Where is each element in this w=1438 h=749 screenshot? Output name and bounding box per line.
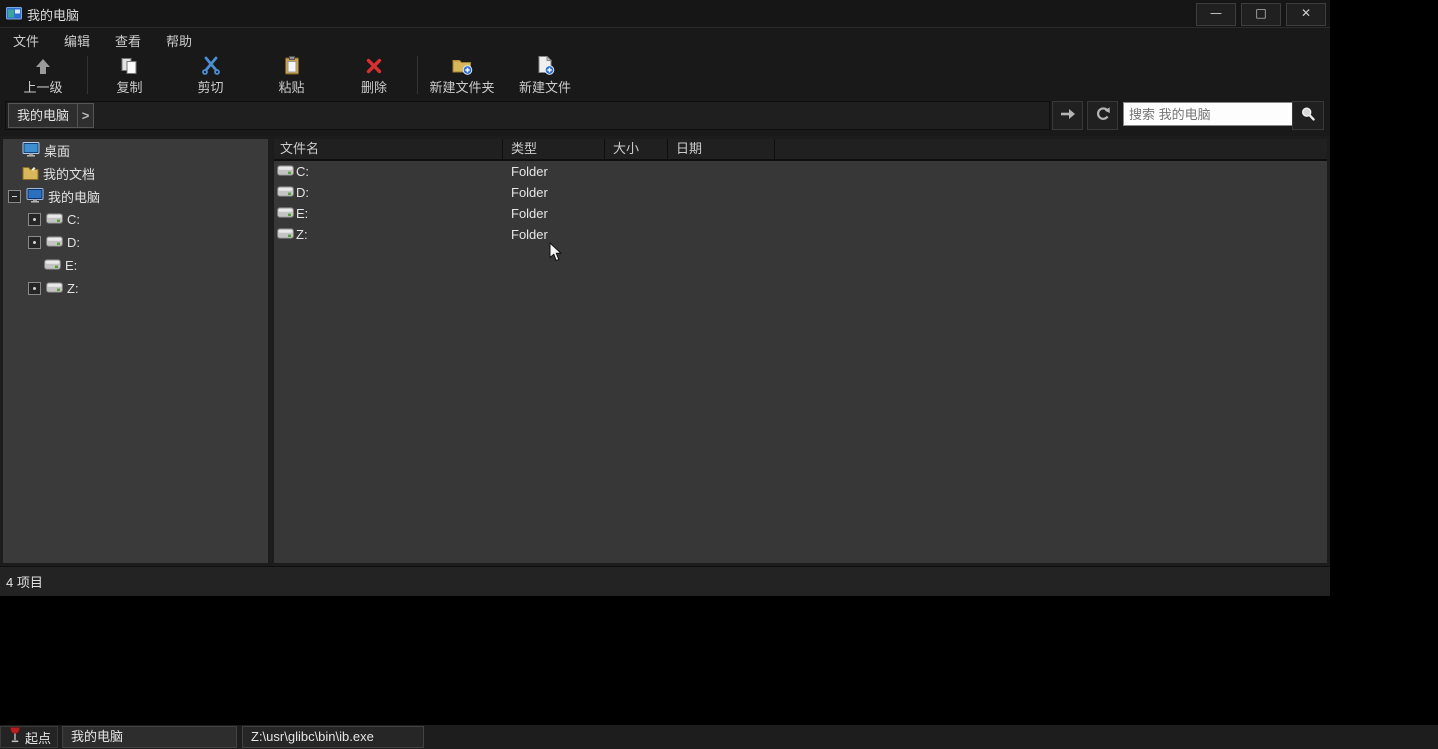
new-folder-button[interactable]: 新建文件夹	[419, 53, 505, 97]
maximize-button[interactable]: □	[1241, 3, 1281, 26]
tree-item-documents[interactable]: 我的文档	[3, 162, 268, 185]
go-button[interactable]	[1052, 101, 1083, 130]
tree-item-desktop[interactable]: 桌面	[3, 139, 268, 162]
search-button[interactable]	[1292, 101, 1324, 130]
toolbar-separator	[87, 56, 88, 94]
file-list: 文件名 类型 大小 日期 C: Folder	[274, 139, 1327, 563]
file-row-c[interactable]: C: Folder	[274, 161, 1327, 182]
tree-item-drive-c[interactable]: C:	[3, 208, 268, 231]
taskbar: 起点 我的电脑 Z:\usr\glibc\bin\ib.exe	[0, 723, 1438, 749]
start-label: 起点	[25, 728, 51, 747]
refresh-button[interactable]	[1087, 101, 1118, 130]
tree-panel: 桌面 我的文档	[3, 139, 268, 563]
column-header-type[interactable]: 类型	[503, 139, 605, 159]
taskbar-task-ib-exe[interactable]: Z:\usr\glibc\bin\ib.exe	[242, 726, 424, 748]
breadcrumb[interactable]: 我的电脑	[8, 103, 78, 128]
menu-help[interactable]: 帮助	[154, 31, 204, 50]
file-row-d[interactable]: D: Folder	[274, 182, 1327, 203]
drive-icon	[277, 206, 294, 221]
file-row-z[interactable]: Z: Folder	[274, 224, 1327, 245]
menu-file[interactable]: 文件	[1, 31, 51, 50]
expander-dot-icon[interactable]	[28, 236, 41, 249]
tree-item-drive-d[interactable]: D:	[3, 231, 268, 254]
close-button[interactable]: ✕	[1286, 3, 1326, 26]
copy-icon	[120, 55, 139, 75]
tree-item-computer[interactable]: 我的电脑	[3, 185, 268, 208]
search-magnifier-icon	[1300, 106, 1316, 125]
window: 我的电脑 — □ ✕ 文件 编辑 查看 帮助 上一级 复制	[0, 0, 1330, 595]
expander-minus-icon[interactable]	[8, 190, 21, 203]
menubar: 文件 编辑 查看 帮助	[0, 28, 1330, 53]
expander-dot-icon[interactable]	[28, 213, 41, 226]
cut-button[interactable]: 剪切	[170, 53, 251, 97]
new-folder-icon	[452, 55, 473, 75]
toolbar: 上一级 复制 剪切	[0, 53, 1330, 98]
column-header-date[interactable]: 日期	[668, 139, 775, 159]
list-header: 文件名 类型 大小 日期	[274, 139, 1327, 161]
up-arrow-icon	[34, 55, 52, 75]
drive-icon	[46, 212, 63, 227]
drive-icon	[46, 235, 63, 250]
scissors-icon	[201, 55, 221, 75]
computer-icon	[26, 188, 44, 206]
expander-dot-icon[interactable]	[28, 282, 41, 295]
address-box[interactable]: 我的电脑 >	[5, 101, 1050, 130]
paste-button[interactable]: 粘贴	[251, 53, 332, 97]
minimize-button[interactable]: —	[1196, 3, 1236, 26]
desktop-icon	[22, 142, 40, 160]
toolbar-separator	[417, 56, 418, 94]
start-button[interactable]: 起点	[0, 726, 58, 748]
status-bar: 4 项目	[0, 566, 1330, 596]
copy-button[interactable]: 复制	[89, 53, 170, 97]
address-bar: 我的电脑 >	[0, 97, 1330, 136]
refresh-icon	[1095, 106, 1111, 125]
drive-icon	[277, 227, 294, 242]
breadcrumb-chevron[interactable]: >	[78, 103, 94, 128]
app-icon	[6, 5, 22, 21]
new-file-icon	[536, 55, 555, 75]
go-arrow-icon	[1060, 107, 1076, 124]
drive-icon	[277, 164, 294, 179]
delete-button[interactable]: 删除	[332, 53, 416, 97]
drive-icon	[44, 258, 61, 273]
status-item-count: 4 项目	[6, 572, 43, 591]
up-button[interactable]: 上一级	[0, 53, 86, 97]
column-header-name[interactable]: 文件名	[274, 139, 503, 159]
taskbar-task-mycomputer[interactable]: 我的电脑	[62, 726, 237, 748]
wine-glass-icon	[9, 727, 21, 747]
drive-icon	[277, 185, 294, 200]
titlebar: 我的电脑 — □ ✕	[0, 0, 1330, 28]
new-file-button[interactable]: 新建文件	[505, 53, 585, 97]
menu-view[interactable]: 查看	[103, 31, 153, 50]
content-area: 桌面 我的文档	[0, 136, 1330, 566]
search-input[interactable]	[1123, 102, 1297, 126]
tree-item-drive-z[interactable]: Z:	[3, 277, 268, 300]
menu-edit[interactable]: 编辑	[52, 31, 102, 50]
drive-icon	[46, 281, 63, 296]
documents-folder-icon	[22, 165, 39, 183]
window-title: 我的电脑	[27, 5, 79, 24]
file-row-e[interactable]: E: Folder	[274, 203, 1327, 224]
delete-x-icon	[365, 55, 383, 75]
column-header-filler	[775, 139, 1327, 159]
clipboard-icon	[283, 55, 301, 75]
tree-item-drive-e[interactable]: E:	[3, 254, 268, 277]
column-header-size[interactable]: 大小	[605, 139, 668, 159]
